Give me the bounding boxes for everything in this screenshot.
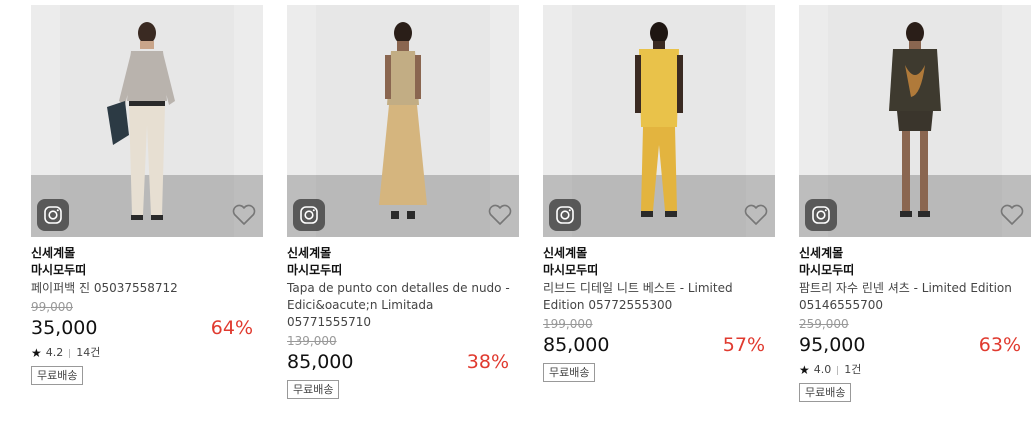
sale-price: 95,000 bbox=[799, 334, 866, 356]
rating: ★ 4.2 14건 bbox=[31, 345, 263, 361]
product-name[interactable]: 리브드 디테일 니트 베스트 - Limited Edition 0577255… bbox=[543, 280, 775, 314]
instagram-icon[interactable] bbox=[549, 199, 581, 231]
product-name[interactable]: 페이퍼백 진 05037558712 bbox=[31, 280, 263, 297]
sale-price: 85,000 bbox=[287, 351, 354, 373]
star-icon: ★ bbox=[31, 346, 42, 360]
product-image[interactable] bbox=[543, 5, 775, 237]
product-name[interactable]: 팜트리 자수 린넨 셔츠 - Limited Edition 051465557… bbox=[799, 280, 1031, 314]
product-card[interactable]: 신세계몰 마시모두띠 페이퍼백 진 05037558712 99,000 35,… bbox=[31, 5, 263, 385]
store-name: 신세계몰 bbox=[543, 246, 588, 260]
wishlist-heart-icon[interactable] bbox=[231, 203, 257, 227]
divider bbox=[837, 365, 839, 375]
wishlist-heart-icon[interactable] bbox=[487, 203, 513, 227]
seller-name: 마시모두띠 bbox=[31, 263, 87, 277]
seller-name: 마시모두띠 bbox=[543, 263, 599, 277]
model-figure bbox=[107, 22, 175, 220]
free-shipping-badge: 무료배송 bbox=[31, 366, 84, 385]
sale-price: 85,000 bbox=[543, 334, 610, 356]
seller-name: 마시모두띠 bbox=[799, 263, 855, 277]
sale-price: 35,000 bbox=[31, 317, 98, 339]
divider bbox=[69, 348, 71, 358]
instagram-icon[interactable] bbox=[293, 199, 325, 231]
store-name: 신세계몰 bbox=[799, 246, 844, 260]
discount-rate: 57% bbox=[722, 334, 765, 356]
star-icon: ★ bbox=[799, 363, 810, 377]
product-image[interactable] bbox=[31, 5, 263, 237]
product-image[interactable] bbox=[799, 5, 1031, 237]
rating: ★ 4.0 1건 bbox=[799, 362, 1031, 378]
rating-value: 4.2 bbox=[45, 346, 64, 359]
model-figure bbox=[635, 22, 683, 217]
free-shipping-badge: 무료배송 bbox=[799, 383, 852, 402]
original-price: 259,000 bbox=[799, 317, 849, 331]
product-image[interactable] bbox=[287, 5, 519, 237]
instagram-icon[interactable] bbox=[805, 199, 837, 231]
seller-name: 마시모두띠 bbox=[287, 263, 343, 277]
product-name[interactable]: Tapa de punto con detalles de nudo - Edi… bbox=[287, 280, 519, 331]
free-shipping-badge: 무료배송 bbox=[543, 363, 596, 382]
store-name: 신세계몰 bbox=[287, 246, 332, 260]
free-shipping-badge: 무료배송 bbox=[287, 380, 340, 399]
review-count: 14건 bbox=[76, 346, 101, 359]
store-name: 신세계몰 bbox=[31, 246, 76, 260]
product-grid: 신세계몰 마시모두띠 페이퍼백 진 05037558712 99,000 35,… bbox=[0, 0, 1031, 432]
wishlist-heart-icon[interactable] bbox=[743, 203, 769, 227]
original-price: 139,000 bbox=[287, 334, 337, 348]
discount-rate: 64% bbox=[210, 317, 253, 339]
review-count: 1건 bbox=[844, 363, 862, 376]
model-figure bbox=[889, 22, 941, 217]
product-card[interactable]: 신세계몰 마시모두띠 팜트리 자수 린넨 셔츠 - Limited Editio… bbox=[799, 5, 1031, 402]
original-price: 199,000 bbox=[543, 317, 593, 331]
product-card[interactable]: 신세계몰 마시모두띠 Tapa de punto con detalles de… bbox=[287, 5, 519, 399]
instagram-icon[interactable] bbox=[37, 199, 69, 231]
wishlist-heart-icon[interactable] bbox=[999, 203, 1025, 227]
product-card[interactable]: 신세계몰 마시모두띠 리브드 디테일 니트 베스트 - Limited Edit… bbox=[543, 5, 775, 382]
rating-value: 4.0 bbox=[813, 363, 832, 376]
discount-rate: 63% bbox=[978, 334, 1021, 356]
discount-rate: 38% bbox=[466, 351, 509, 373]
original-price: 99,000 bbox=[31, 300, 73, 314]
model-figure bbox=[379, 22, 427, 219]
